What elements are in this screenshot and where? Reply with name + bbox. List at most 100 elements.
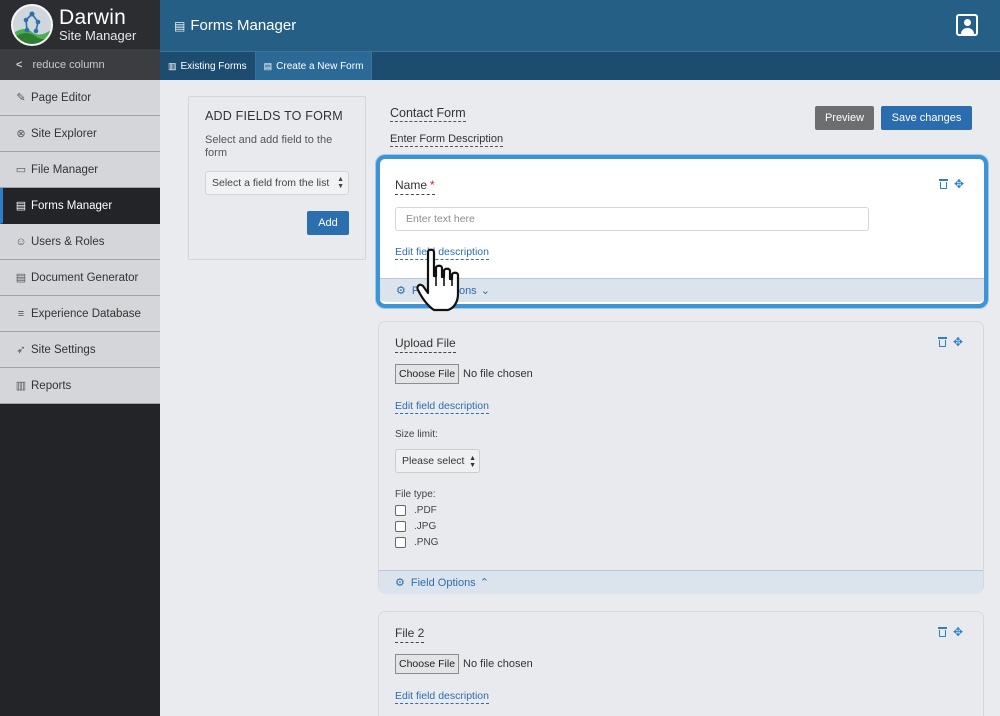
no-file-text: No file chosen (463, 368, 533, 380)
file-type-label: .JPG (414, 521, 437, 532)
folder-icon: ▭ (15, 164, 27, 176)
sidebar-item-label: Document Generator (31, 271, 139, 284)
preview-button[interactable]: Preview (815, 106, 874, 130)
checkbox[interactable] (395, 521, 406, 532)
brand-title: Darwin (59, 6, 127, 29)
chevron-left-icon: < (16, 59, 23, 71)
sidebar: Darwin Site Manager < reduce column ✎ Pag… (0, 0, 160, 716)
sidebar-item-file-manager[interactable]: ▭ File Manager (0, 152, 160, 188)
trash-icon[interactable] (937, 337, 947, 347)
sidebar-item-label: Reports (31, 379, 72, 392)
reduce-column-label: reduce column (32, 59, 105, 71)
trash-icon[interactable] (938, 179, 948, 189)
sidebar-item-users-roles[interactable]: ☺ Users & Roles (0, 224, 160, 260)
gear-icon: ⚙ (396, 285, 406, 297)
darwin-logo (11, 3, 53, 46)
sidebar-item-forms-manager[interactable]: ▤ Forms Manager (0, 188, 160, 224)
add-fields-panel: ADD FIELDS TO FORM Select and add field … (188, 96, 366, 260)
form-title[interactable]: Contact Form (390, 106, 466, 122)
sidebar-item-label: File Manager (31, 163, 99, 176)
clipboard-icon: ▤ (263, 60, 273, 71)
size-limit-value: Please select (402, 455, 465, 467)
file-input[interactable]: Choose File No file chosen (395, 654, 533, 674)
file-type-label: File type: (395, 489, 436, 500)
field-options-bar[interactable]: ⚙ Field Options ⌃ (379, 570, 983, 594)
field-options-bar[interactable]: ⚙ Field Options ⌄ (380, 278, 984, 302)
sidebar-item-label: Experience Database (31, 307, 141, 320)
document-icon: ▤ (174, 18, 186, 33)
edit-icon: ✎ (16, 92, 26, 104)
file-type-label: .PDF (414, 505, 437, 516)
add-field-button[interactable]: Add (307, 211, 349, 235)
field-label[interactable]: Name * (395, 178, 435, 195)
document-icon: ▤ (15, 272, 27, 284)
name-field-card: Name * ✥ Enter text here Edit field descr… (376, 155, 988, 308)
sidebar-item-experience-database[interactable]: ≡ Experience Database (0, 296, 160, 332)
select-arrows-icon: ▲ ▼ (337, 176, 344, 191)
edit-field-description-link[interactable]: Edit field description (395, 246, 489, 260)
checkbox[interactable] (395, 505, 406, 516)
user-icon: ☺ (15, 235, 27, 248)
sidebar-item-reports[interactable]: ▥ Reports (0, 368, 160, 404)
binoculars-icon: ⊗ (16, 128, 26, 140)
chart-icon: ▥ (168, 60, 177, 71)
brand[interactable]: Darwin Site Manager (0, 0, 160, 50)
sidebar-item-site-explorer[interactable]: ⊗ Site Explorer (0, 116, 160, 152)
top-header: ▤ Forms Manager (160, 0, 1000, 51)
chart-icon: ▥ (15, 380, 27, 392)
choose-file-button[interactable]: Choose File (395, 654, 460, 674)
field-type-select[interactable]: Select a field from the list ▲ ▼ (205, 171, 349, 196)
sidebar-item-label: Site Explorer (31, 127, 97, 140)
field-label[interactable]: Upload File (395, 336, 456, 353)
sidebar-item-label: Forms Manager (31, 199, 113, 212)
no-file-text: No file chosen (463, 658, 533, 670)
page-title: Forms Manager (190, 17, 297, 34)
tab-label: Existing Forms (180, 60, 247, 72)
field-options-label: Field Options (411, 284, 477, 297)
reduce-column-toggle[interactable]: < reduce column (0, 50, 160, 80)
name-text-input[interactable]: Enter text here (395, 207, 869, 231)
file-type-label: .PNG (414, 537, 439, 548)
edit-field-description-link[interactable]: Edit field description (395, 400, 489, 414)
field-label[interactable]: File 2 (395, 626, 425, 643)
gear-icon: ⚙ (395, 577, 405, 589)
size-limit-select[interactable]: Please select ▲ ▼ (395, 449, 480, 473)
choose-file-button[interactable]: Choose File (395, 364, 460, 384)
file-input[interactable]: Choose File No file chosen (395, 364, 533, 384)
move-icon[interactable]: ✥ (954, 178, 964, 190)
move-icon[interactable]: ✥ (953, 336, 963, 348)
add-fields-description: Select and add field to the form (205, 134, 333, 159)
user-account-button[interactable] (956, 14, 978, 36)
sidebar-item-label: Page Editor (31, 91, 92, 104)
form-description[interactable]: Enter Form Description (390, 133, 504, 147)
sidebar-item-document-generator[interactable]: ▤ Document Generator (0, 260, 160, 296)
tab-existing-forms[interactable]: ▥ Existing Forms (160, 52, 256, 80)
upload-file-field-card: Upload File ✥ Choose File No file chosen… (378, 321, 984, 594)
sidebar-item-page-editor[interactable]: ✎ Page Editor (0, 80, 160, 116)
sidebar-item-site-settings[interactable]: ➶ Site Settings (0, 332, 160, 368)
save-changes-button[interactable]: Save changes (881, 106, 972, 130)
database-icon: ≡ (17, 307, 25, 320)
file-type-option[interactable]: .PNG (395, 537, 438, 548)
checkbox[interactable] (395, 537, 406, 548)
rocket-icon: ➶ (16, 344, 26, 356)
document-icon: ▤ (15, 200, 27, 212)
brand-subtitle: Site Manager (59, 28, 137, 43)
file-2-field-card: File 2 ✥ Choose File No file chosen Edit… (378, 611, 984, 716)
chevron-down-icon: ⌄ (480, 285, 490, 297)
file-type-option[interactable]: .PDF (395, 505, 437, 516)
file-type-option[interactable]: .JPG (395, 521, 436, 532)
required-marker: * (430, 178, 435, 192)
tab-create-a-new-form[interactable]: ▤ Create a New Form (255, 52, 373, 80)
edit-field-description-link[interactable]: Edit field description (395, 690, 489, 704)
sidebar-nav: ✎ Page Editor ⊗ Site Explorer ▭ File Manager ▤… (0, 80, 160, 404)
sidebar-item-label: Site Settings (31, 343, 96, 356)
user-icon (964, 19, 971, 26)
move-icon[interactable]: ✥ (953, 626, 963, 638)
field-type-select-value: Select a field from the list (212, 177, 330, 190)
trash-icon[interactable] (937, 627, 947, 637)
select-arrows-icon: ▲ ▼ (469, 455, 476, 469)
size-limit-label: Size limit: (395, 429, 438, 440)
add-fields-title: ADD FIELDS TO FORM (205, 109, 343, 123)
tab-label: Create a New Form (276, 60, 364, 72)
